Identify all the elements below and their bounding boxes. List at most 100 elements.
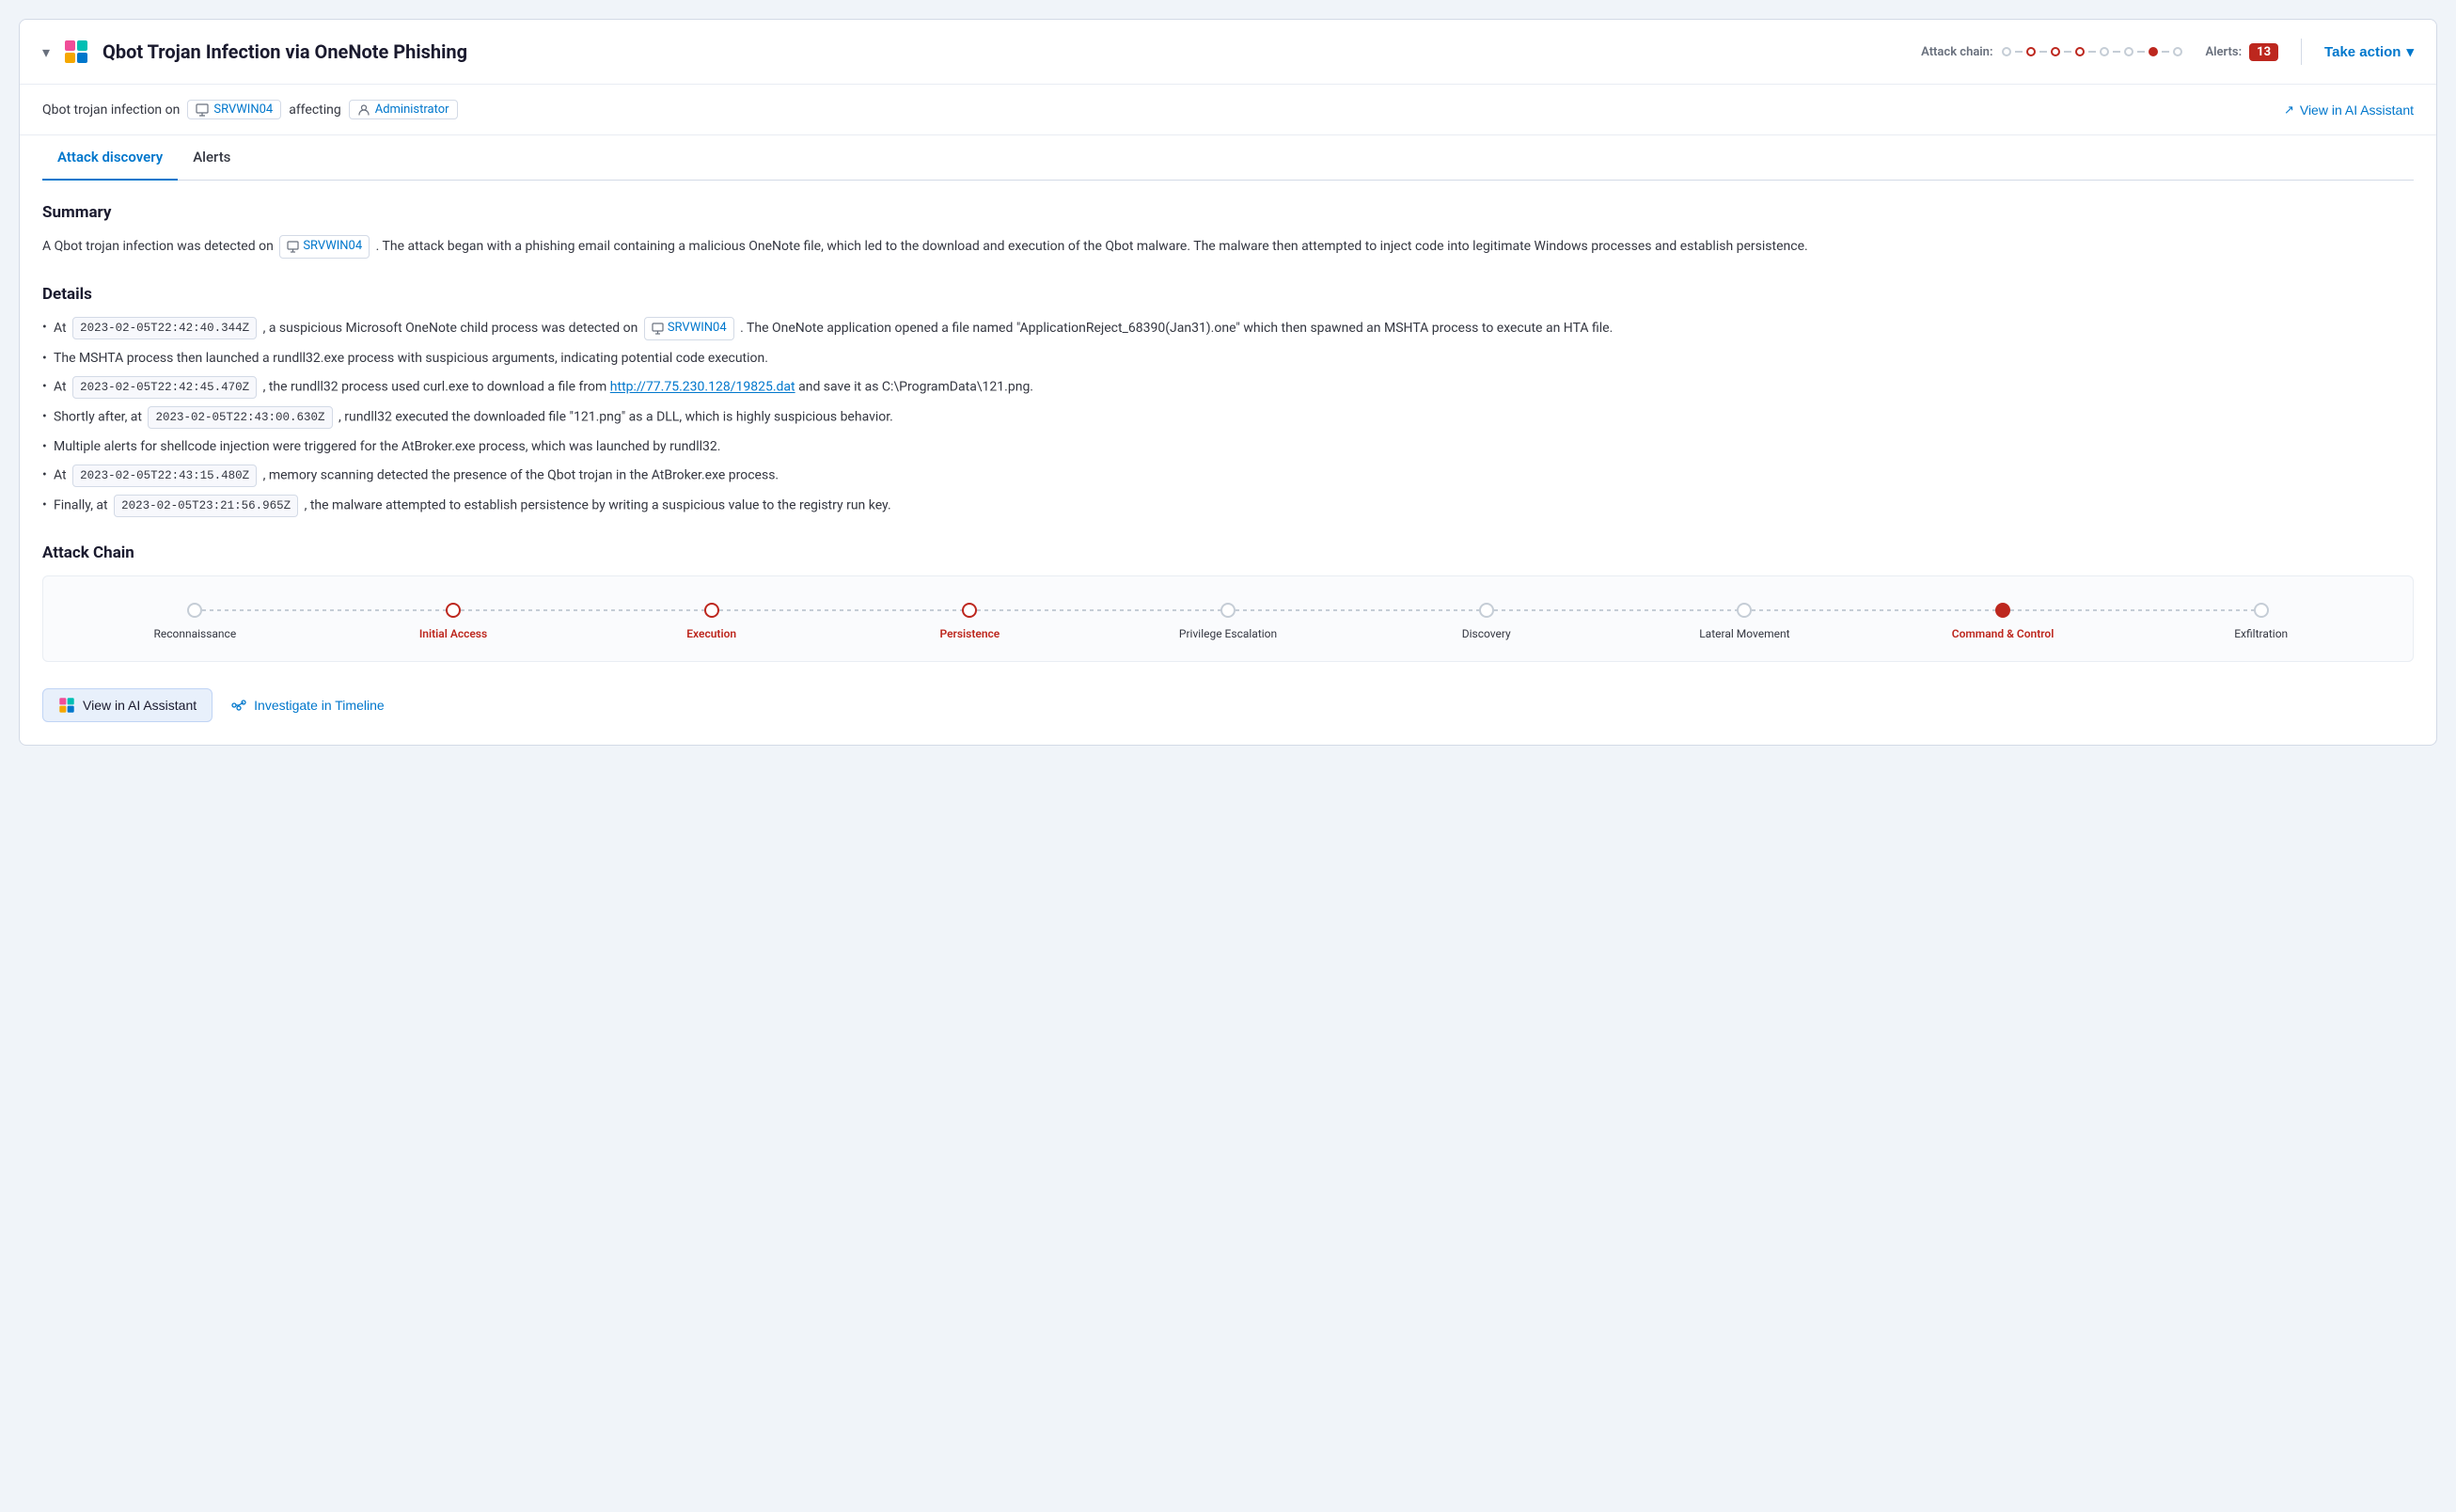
details-section: Details At 2023-02-05T22:42:40.344Z , a … <box>42 285 2414 518</box>
attack-chain-label: Attack chain: <box>1921 45 1992 59</box>
chain-line-3 <box>2064 51 2071 53</box>
stage-label-lateral-movement: Lateral Movement <box>1699 627 1789 642</box>
tab-attack-discovery[interactable]: Attack discovery <box>42 135 178 181</box>
detail-1-timestamp: 2023-02-05T22:42:40.344Z <box>72 317 257 339</box>
detail-3-timestamp: 2023-02-05T22:42:45.470Z <box>72 376 257 399</box>
detail-4-after: , rundll32 executed the downloaded file … <box>338 410 893 425</box>
summary-section: Summary A Qbot trojan infection was dete… <box>42 203 2414 259</box>
chain-dot-6 <box>2124 47 2133 56</box>
alerts-badge: 13 <box>2249 43 2278 61</box>
subtitle-bar: Qbot trojan infection on SRVWIN04 affect… <box>20 85 2436 135</box>
detail-1-at: At <box>54 321 67 336</box>
detail-item-5: Multiple alerts for shellcode injection … <box>42 436 2414 457</box>
stage-dot-reconnaissance <box>187 603 202 618</box>
detail-item-7: Finally, at 2023-02-05T23:21:56.965Z , t… <box>42 495 2414 517</box>
alerts-label: Alerts: <box>2205 45 2242 59</box>
detail-7-timestamp: 2023-02-05T23:21:56.965Z <box>114 495 298 517</box>
chain-line-7 <box>2162 51 2169 53</box>
subtitle-prefix: Qbot trojan infection on <box>42 102 180 118</box>
stage-command-control: Command & Control <box>1874 603 2133 642</box>
detail-item-3: At 2023-02-05T22:42:45.470Z , the rundll… <box>42 376 2414 399</box>
detail-6-after: , memory scanning detected the presence … <box>263 468 779 483</box>
header-left: ▾ Qbot Trojan Infection via OneNote Phis… <box>42 37 1906 67</box>
subtitle-left: Qbot trojan infection on SRVWIN04 affect… <box>42 100 458 119</box>
detail-3-after-link: , the rundll32 process used curl.exe to … <box>263 380 607 395</box>
header: ▾ Qbot Trojan Infection via OneNote Phis… <box>20 20 2436 85</box>
detail-4-before: Shortly after, at <box>54 410 142 425</box>
app-icon <box>61 37 91 67</box>
chain-dot-7 <box>2149 47 2158 56</box>
content-area: Attack discovery Alerts Summary A Qbot t… <box>20 135 2436 745</box>
investigate-bottom-label: Investigate in Timeline <box>254 698 385 713</box>
detail-item-1: At 2023-02-05T22:42:40.344Z , a suspicio… <box>42 317 2414 340</box>
view-ai-assistant-button-header[interactable]: ↗ View in AI Assistant <box>2284 102 2414 118</box>
detail-item-6: At 2023-02-05T22:43:15.480Z , memory sca… <box>42 465 2414 487</box>
monitor-icon-summary <box>287 241 299 253</box>
chain-line-4 <box>2088 51 2096 53</box>
detail-4-content: Shortly after, at 2023-02-05T22:43:00.63… <box>54 406 893 429</box>
detail-2-text: The MSHTA process then launched a rundll… <box>54 348 768 369</box>
stage-execution: Execution <box>582 603 841 642</box>
stage-label-execution: Execution <box>686 627 736 642</box>
chain-line-6 <box>2137 51 2145 53</box>
summary-host-name: SRVWIN04 <box>303 237 362 257</box>
take-action-label: Take action <box>2324 44 2401 60</box>
chain-line-1 <box>2015 51 2023 53</box>
stage-dot-discovery <box>1479 603 1494 618</box>
external-link-icon: ↗ <box>2284 102 2294 118</box>
detail-7-content: Finally, at 2023-02-05T23:21:56.965Z , t… <box>54 495 891 517</box>
investigate-timeline-button[interactable]: Investigate in Timeline <box>231 698 385 713</box>
chevron-down-icon: ▾ <box>2406 43 2414 60</box>
stage-initial-access: Initial Access <box>324 603 583 642</box>
header-divider <box>2301 39 2302 65</box>
detail-item-4: Shortly after, at 2023-02-05T22:43:00.63… <box>42 406 2414 429</box>
summary-title: Summary <box>42 203 2414 222</box>
detail-6-timestamp: 2023-02-05T22:43:15.480Z <box>72 465 257 487</box>
collapse-icon[interactable]: ▾ <box>42 43 50 61</box>
chain-dot-3 <box>2051 47 2060 56</box>
monitor-icon-d1 <box>652 323 664 335</box>
summary-text-after: . The attack began with a phishing email… <box>376 239 1808 254</box>
take-action-button[interactable]: Take action ▾ <box>2324 43 2414 60</box>
page-title: Qbot Trojan Infection via OneNote Phishi… <box>102 40 467 63</box>
summary-text: A Qbot trojan infection was detected on … <box>42 235 2414 259</box>
stage-label-initial-access: Initial Access <box>419 627 487 642</box>
stage-privilege-escalation: Privilege Escalation <box>1099 603 1358 642</box>
host-tag-subtitle[interactable]: SRVWIN04 <box>187 100 281 119</box>
main-card: ▾ Qbot Trojan Infection via OneNote Phis… <box>19 19 2437 746</box>
chain-dot-2 <box>2026 47 2036 56</box>
bottom-actions: View in AI Assistant Investigate in Time… <box>42 688 2414 722</box>
affecting-text: affecting <box>289 102 341 118</box>
detail-3-at: At <box>54 380 67 395</box>
detail-1-content: At 2023-02-05T22:42:40.344Z , a suspicio… <box>54 317 1613 340</box>
view-ai-assistant-button-bottom[interactable]: View in AI Assistant <box>42 688 213 722</box>
stage-dot-lateral-movement <box>1737 603 1752 618</box>
summary-host-tag[interactable]: SRVWIN04 <box>279 235 370 259</box>
stage-label-persistence: Persistence <box>939 627 1000 642</box>
user-tag-subtitle[interactable]: Administrator <box>349 100 458 119</box>
alerts-section: Alerts: 13 <box>2205 43 2278 61</box>
chain-dot-1 <box>2002 47 2011 56</box>
detail-3-content: At 2023-02-05T22:42:45.470Z , the rundll… <box>54 376 1033 399</box>
stage-reconnaissance: Reconnaissance <box>66 603 324 642</box>
monitor-icon-subtitle <box>196 103 209 117</box>
malware-url-link[interactable]: http://77.75.230.128/19825.dat <box>610 380 795 395</box>
view-ai-bottom-label: View in AI Assistant <box>83 698 197 713</box>
detail-6-content: At 2023-02-05T22:43:15.480Z , memory sca… <box>54 465 779 487</box>
host-name-subtitle: SRVWIN04 <box>213 102 273 117</box>
detail-1-host-tag[interactable]: SRVWIN04 <box>644 317 734 340</box>
detail-1-after: . The OneNote application opened a file … <box>740 321 1613 336</box>
details-list: At 2023-02-05T22:42:40.344Z , a suspicio… <box>42 317 2414 518</box>
details-title: Details <box>42 285 2414 304</box>
tab-alerts[interactable]: Alerts <box>178 135 245 181</box>
stage-dot-persistence <box>962 603 977 618</box>
detail-6-at: At <box>54 468 67 483</box>
ai-icon-bottom <box>58 697 75 714</box>
stage-dot-execution <box>704 603 719 618</box>
view-ai-label-header: View in AI Assistant <box>2300 102 2414 118</box>
attack-chain-visual: Reconnaissance Initial Access Execution <box>42 575 2414 662</box>
chain-dot-5 <box>2100 47 2109 56</box>
chain-line-2 <box>2039 51 2047 53</box>
stage-label-reconnaissance: Reconnaissance <box>153 627 236 642</box>
attack-chain-section: Attack chain: <box>1921 45 2182 59</box>
